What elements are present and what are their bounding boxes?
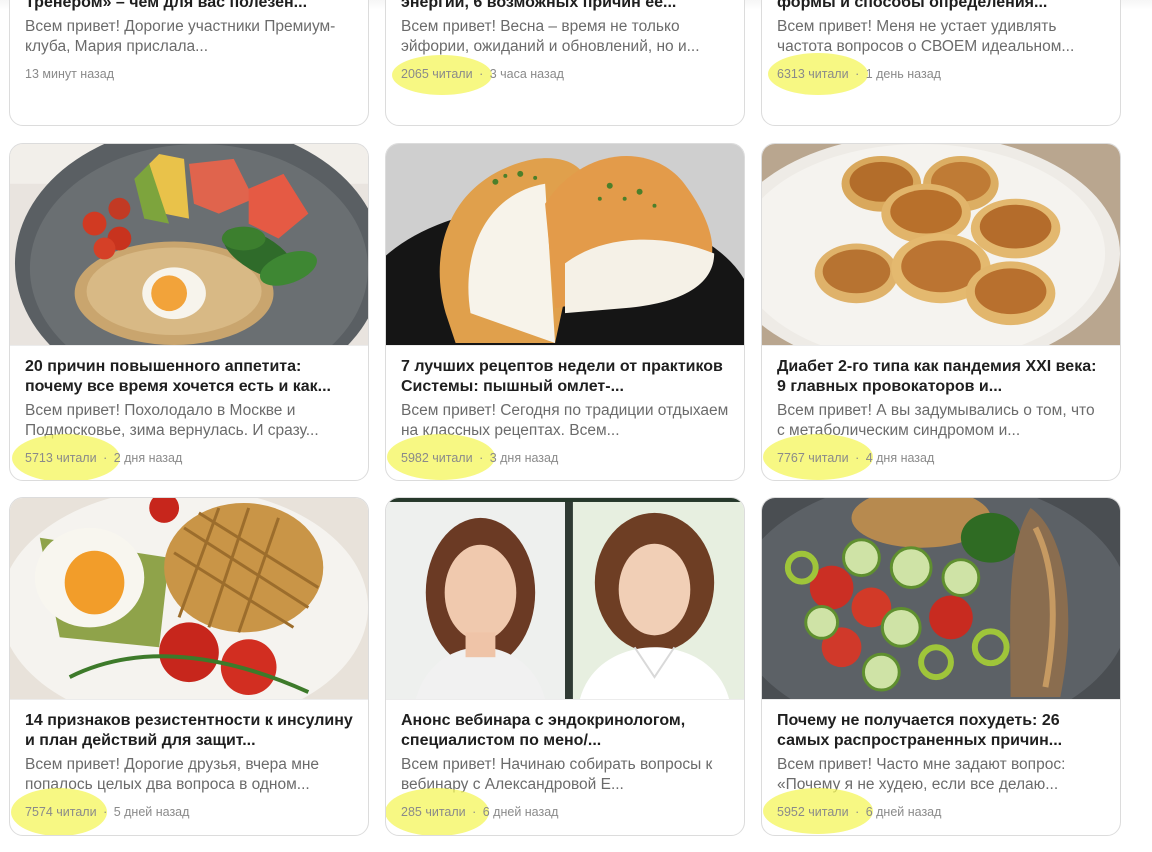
waffle-egg-photo[interactable] <box>10 498 368 700</box>
omelette-photo[interactable] <box>386 144 744 346</box>
article-meta: 7767 читали · 4 дня назад <box>763 434 1105 480</box>
article-meta: 5713 читали · 2 дня назад <box>12 434 353 480</box>
meta-separator: · <box>99 451 111 465</box>
article-meta: 5952 читали · 6 дней назад <box>763 788 1105 834</box>
article-snippet: Всем привет! Дорогие участники Премиум-к… <box>25 18 336 55</box>
meta-separator: · <box>475 67 487 81</box>
meta-separator: · <box>475 451 487 465</box>
article-time: 4 дня назад <box>865 451 935 465</box>
webinar-speakers-photo[interactable] <box>386 498 744 700</box>
article-meta: 2065 читали · 3 часа назад <box>392 55 729 95</box>
meta-separator: · <box>99 805 111 819</box>
article-snippet: Всем привет! Весна – время не только эйф… <box>401 18 700 55</box>
read-count: 5952 читали <box>777 805 849 819</box>
salad-fish-photo[interactable] <box>762 498 1120 700</box>
article-time: 13 минут назад <box>25 67 114 81</box>
article-snippet: Всем привет! Меня не устает удивлять час… <box>777 18 1075 55</box>
article-card[interactable]: 7 лучших рецептов недели от практиков Си… <box>385 143 745 481</box>
meta-separator: · <box>851 805 863 819</box>
article-card[interactable]: Диабет 2-го типа как пандемия XXI века: … <box>761 143 1121 481</box>
meta-separator: · <box>468 805 480 819</box>
article-time: 6 дней назад <box>865 805 942 819</box>
article-title[interactable]: Фотофлешмоб «Доброе утро с Тренером» – ч… <box>25 0 353 13</box>
article-meta: 5982 читали · 3 дня назад <box>387 434 729 480</box>
meta-separator: · <box>851 451 863 465</box>
article-time: 6 дней назад <box>482 805 559 819</box>
read-count: 285 читали <box>401 805 466 819</box>
article-card[interactable]: Анонс вебинара с эндокринологом, специал… <box>385 497 745 836</box>
article-time: 2 дня назад <box>113 451 183 465</box>
article-card[interactable]: Фотофлешмоб «Доброе утро с Тренером» – ч… <box>9 0 369 126</box>
read-count: 5982 читали <box>401 451 473 465</box>
read-count: 6313 читали <box>777 67 849 81</box>
syrniki-photo[interactable] <box>762 144 1120 346</box>
article-card[interactable]: 11 простых способов повысить уровень эне… <box>385 0 745 126</box>
read-count: 7574 читали <box>25 805 97 819</box>
article-card[interactable]: Почему не получается похудеть: 26 самых … <box>761 497 1121 836</box>
article-title[interactable]: 14 признаков резистентности к инсулину и… <box>25 711 353 751</box>
read-count: 5713 читали <box>25 451 97 465</box>
article-title[interactable]: 20 причин повышенного аппетита: почему в… <box>25 357 353 397</box>
article-title[interactable]: Диабет 2-го типа как пандемия XXI века: … <box>777 357 1105 397</box>
meta-separator: · <box>851 67 863 81</box>
article-meta: 285 читали · 6 дней назад <box>386 788 729 835</box>
breakfast-plate-photo[interactable] <box>10 144 368 346</box>
article-meta: 6313 читали · 1 день назад <box>768 53 1105 95</box>
article-time: 3 часа назад <box>489 67 564 81</box>
article-card[interactable]: 20 причин повышенного аппетита: почему в… <box>9 143 369 481</box>
article-time: 1 день назад <box>865 67 941 81</box>
article-title[interactable]: 11 простых способов повысить уровень эне… <box>401 0 729 13</box>
article-time: 3 дня назад <box>489 451 559 465</box>
article-feed: Фотофлешмоб «Доброе утро с Тренером» – ч… <box>0 0 1152 852</box>
article-title[interactable]: Почему не получается похудеть: 26 самых … <box>777 711 1105 751</box>
article-title[interactable]: 7 лучших рецептов недели от практиков Си… <box>401 357 729 397</box>
article-title[interactable]: 7 признаков отличной физической формы и … <box>777 0 1105 13</box>
read-count: 7767 читали <box>777 451 849 465</box>
article-card[interactable]: 7 признаков отличной физической формы и … <box>761 0 1121 126</box>
article-time: 5 дней назад <box>113 805 190 819</box>
read-count: 2065 читали <box>401 67 473 81</box>
article-card[interactable]: 14 признаков резистентности к инсулину и… <box>9 497 369 836</box>
article-meta: 13 минут назад <box>25 64 353 84</box>
article-meta: 7574 читали · 5 дней назад <box>11 788 353 835</box>
article-title[interactable]: Анонс вебинара с эндокринологом, специал… <box>401 711 729 751</box>
